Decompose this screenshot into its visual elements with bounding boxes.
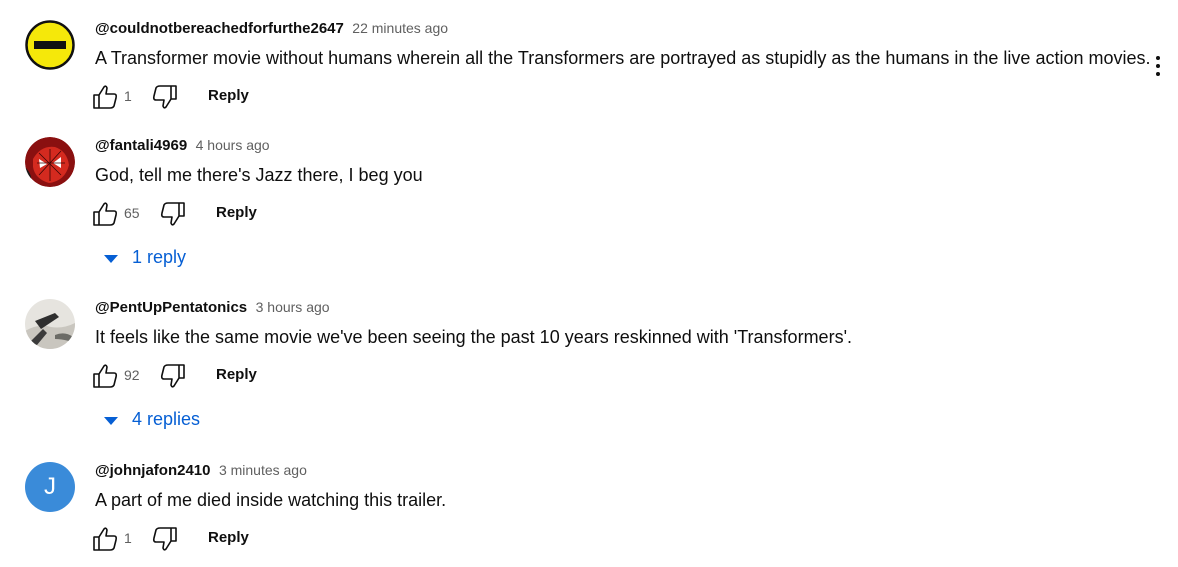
like-button[interactable] <box>90 84 120 110</box>
thumbs-up-icon <box>93 364 118 388</box>
reply-button[interactable]: Reply <box>216 204 257 221</box>
thumbs-up-icon <box>93 202 118 226</box>
kebab-dot <box>1156 72 1160 76</box>
comment-timestamp[interactable]: 3 hours ago <box>256 299 330 315</box>
comment-header: @johnjafon2410 3 minutes ago <box>95 462 307 482</box>
view-replies-button[interactable]: 1 reply <box>100 247 220 271</box>
comment-item: @fantali4969 4 hours ago God, tell me th… <box>0 137 1178 277</box>
reply-button[interactable]: Reply <box>208 87 249 104</box>
thumbs-down-icon <box>160 364 185 388</box>
like-count: 1 <box>124 530 132 546</box>
comment-item: @couldnotbereachedforfurthe2647 22 minut… <box>0 20 1178 120</box>
like-button[interactable] <box>90 526 120 552</box>
avatar[interactable] <box>25 299 75 349</box>
replies-label: 1 reply <box>132 247 187 267</box>
kebab-dot <box>1156 56 1160 60</box>
comment-actions: 65 Reply <box>90 201 490 227</box>
landscape-photo-icon <box>25 299 75 349</box>
comment-actions: 92 Reply <box>90 363 490 389</box>
caret-down-icon <box>104 417 118 425</box>
author-name[interactable]: @PentUpPentatonics <box>95 299 247 316</box>
comment-header: @PentUpPentatonics 3 hours ago <box>95 299 330 319</box>
avatar[interactable]: J <box>25 462 75 512</box>
author-name[interactable]: @johnjafon2410 <box>95 462 210 479</box>
caret-down-icon <box>104 255 118 263</box>
thumbs-up-icon <box>93 85 118 109</box>
dislike-button[interactable] <box>158 201 188 227</box>
comment-text: God, tell me there's Jazz there, I beg y… <box>95 165 423 185</box>
comment-text: It feels like the same movie we've been … <box>95 327 853 347</box>
reply-button[interactable]: Reply <box>216 366 257 383</box>
comment-item: J @johnjafon2410 3 minutes ago A part of… <box>0 462 1178 562</box>
comment-text: A Transformer movie without humans where… <box>95 48 1151 68</box>
comment-timestamp[interactable]: 4 hours ago <box>196 137 270 153</box>
comment-actions: 1 Reply <box>90 526 490 552</box>
comment-actions: 1 Reply <box>90 84 490 110</box>
view-replies-button[interactable]: 4 replies <box>100 409 230 433</box>
comment-timestamp[interactable]: 3 minutes ago <box>219 462 307 478</box>
comment-item: @PentUpPentatonics 3 hours ago It feels … <box>0 299 1178 439</box>
thumbs-down-icon <box>152 85 177 109</box>
yellow-minus-face-icon <box>25 20 75 70</box>
thumbs-up-icon <box>93 527 118 551</box>
like-button[interactable] <box>90 201 120 227</box>
kebab-dot <box>1156 64 1160 68</box>
comment-header: @fantali4969 4 hours ago <box>95 137 270 157</box>
replies-label: 4 replies <box>132 409 201 429</box>
author-name[interactable]: @couldnotbereachedforfurthe2647 <box>95 20 344 37</box>
avatar[interactable] <box>25 20 75 70</box>
like-button[interactable] <box>90 363 120 389</box>
like-count: 92 <box>124 367 140 383</box>
comment-text: A part of me died inside watching this t… <box>95 490 447 510</box>
avatar-letter: J <box>44 473 56 500</box>
author-name[interactable]: @fantali4969 <box>95 137 187 154</box>
comment-header: @couldnotbereachedforfurthe2647 22 minut… <box>95 20 448 40</box>
more-options-icon[interactable] <box>1148 54 1168 78</box>
dislike-button[interactable] <box>150 84 180 110</box>
comment-timestamp[interactable]: 22 minutes ago <box>352 20 448 36</box>
dislike-button[interactable] <box>150 526 180 552</box>
avatar[interactable] <box>25 137 75 187</box>
dislike-button[interactable] <box>158 363 188 389</box>
like-count: 65 <box>124 205 140 221</box>
spider-man-face-icon <box>25 137 75 187</box>
thumbs-down-icon <box>160 202 185 226</box>
like-count: 1 <box>124 88 132 104</box>
thumbs-down-icon <box>152 527 177 551</box>
reply-button[interactable]: Reply <box>208 529 249 546</box>
